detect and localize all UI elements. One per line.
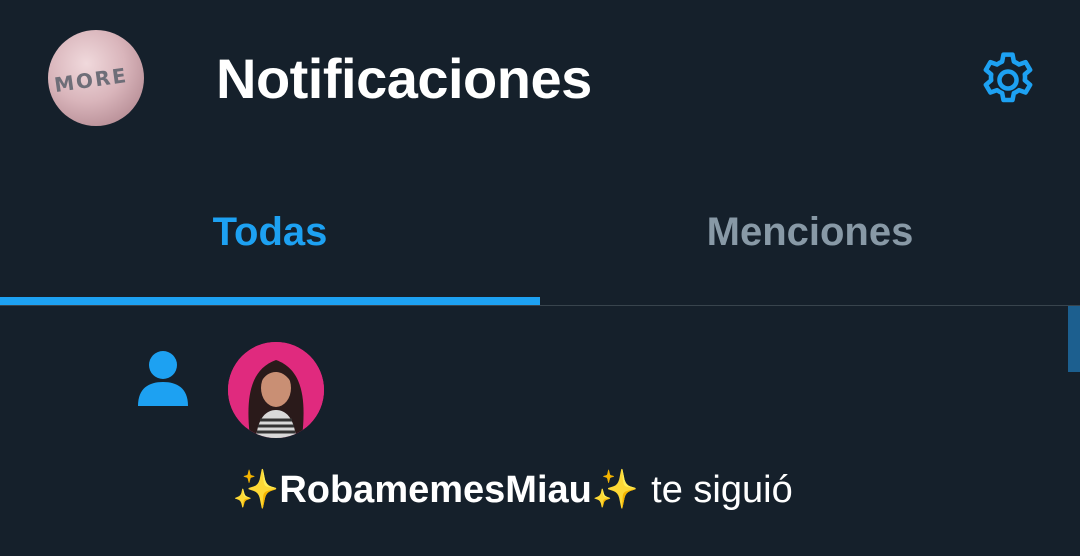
tab-menciones[interactable]: Menciones [540,160,1080,305]
scrollbar[interactable] [1068,306,1080,372]
notifications-screen: MORE Notificaciones Todas Menciones ✨Rob… [0,0,1080,556]
tab-todas[interactable]: Todas [0,160,540,305]
active-tab-indicator [0,297,540,305]
follower-photo [228,342,324,438]
notification-username[interactable]: ✨RobamemesMiau✨ [232,469,639,511]
tab-bar: Todas Menciones [0,160,1080,306]
gear-icon [983,52,1033,103]
person-icon [138,351,188,406]
notification-text: ✨RobamemesMiau✨ te siguió [232,464,793,516]
notification-action: te siguió [651,469,793,511]
page-title: Notificaciones [216,47,592,110]
settings-button[interactable] [968,40,1048,120]
profile-avatar[interactable]: MORE [48,30,144,126]
notification-item[interactable]: ✨RobamemesMiau✨ te siguió [0,306,1080,556]
header: MORE Notificaciones [0,0,1080,160]
avatar-shirt-text: MORE [52,62,130,98]
follower-avatar[interactable] [228,342,324,438]
